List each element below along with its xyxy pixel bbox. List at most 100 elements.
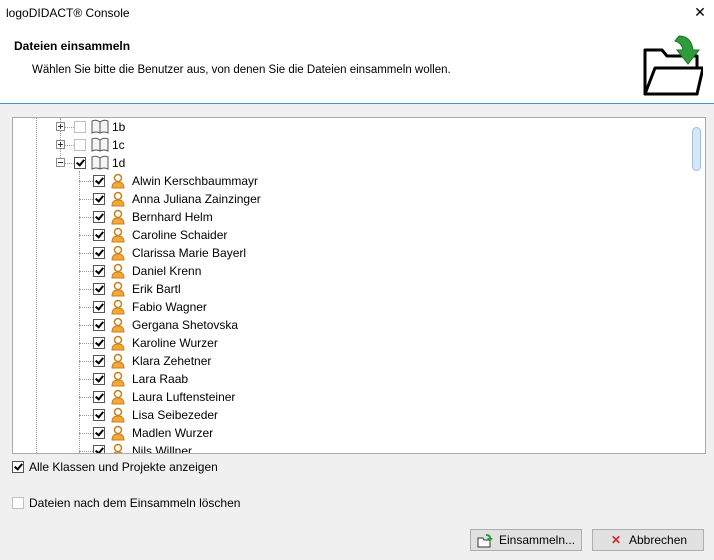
class-label: 1c [112,138,125,152]
show-all-checkbox[interactable] [12,461,24,473]
folder-collect-icon [643,35,703,96]
title-bar: logoDIDACT® Console ✕ [0,0,714,28]
cancel-label: Abbrechen [629,533,688,547]
user-checkbox[interactable] [93,427,105,439]
user-label: Fabio Wagner [132,300,207,314]
tree-node-user[interactable]: Anna Juliana Zainzinger [13,190,688,208]
tree-node-user[interactable]: Bernhard Helm [13,208,688,226]
user-checkbox[interactable] [93,229,105,241]
user-icon [111,191,125,207]
user-label: Daniel Krenn [132,264,202,278]
tree-node-class[interactable]: 1c [13,136,688,154]
user-checkbox[interactable] [93,247,105,259]
user-label: Laura Luftensteiner [132,390,236,404]
tree-node-user[interactable]: Klara Zehetner [13,352,688,370]
tree-node-user[interactable]: Karoline Wurzer [13,334,688,352]
tree-node-user[interactable]: Daniel Krenn [13,262,688,280]
class-checkbox[interactable] [74,157,86,169]
user-label: Anna Juliana Zainzinger [132,192,261,206]
cancel-button[interactable]: ✕ Abbrechen [592,529,704,551]
dialog-title: Dateien einsammeln [14,39,131,53]
tree-scrollbar[interactable] [688,118,705,453]
user-checkbox[interactable] [93,409,105,421]
tree-node-user[interactable]: Erik Bartl [13,280,688,298]
user-icon [111,335,125,351]
user-checkbox[interactable] [93,283,105,295]
tree-node-user[interactable]: Gergana Shetovska [13,316,688,334]
user-checkbox[interactable] [93,175,105,187]
tree-node-user[interactable]: Lara Raab [13,370,688,388]
user-label: Erik Bartl [132,282,181,296]
tree-node-user[interactable]: Nils Willner [13,442,688,454]
dialog-header: Dateien einsammeln Wählen Sie bitte die … [0,28,714,103]
user-icon [111,245,125,261]
user-icon [111,407,125,423]
dialog-subtitle: Wählen Sie bitte die Benutzer aus, von d… [32,64,451,76]
collect-icon [477,534,493,548]
user-icon [111,389,125,405]
header-divider [0,103,714,104]
cancel-icon: ✕ [611,533,622,547]
user-label: Karoline Wurzer [132,336,218,350]
user-label: Lara Raab [132,372,189,386]
user-tree[interactable]: 1b 1c 1d Alwin Kerschbaummayr Anna Julian… [12,117,706,454]
book-icon [91,155,109,170]
tree-node-class[interactable]: 1d [13,154,688,172]
user-icon [111,425,125,441]
class-checkbox[interactable] [74,139,86,151]
close-icon[interactable]: ✕ [692,4,708,20]
user-checkbox[interactable] [93,373,105,385]
user-label: Madlen Wurzer [132,426,214,440]
user-icon [111,281,125,297]
user-label: Nils Willner [132,444,192,454]
collect-button[interactable]: Einsammeln... [470,529,582,551]
user-checkbox[interactable] [93,355,105,367]
user-checkbox[interactable] [93,391,105,403]
user-icon [113,443,123,453]
scrollbar-thumb[interactable] [692,127,701,171]
user-icon [111,371,125,387]
tree-node-user[interactable]: Caroline Schaider [13,226,688,244]
tree-node-user[interactable]: Lisa Seibezeder [13,406,688,424]
user-label: Clarissa Marie Bayerl [132,246,247,260]
delete-after-checkbox[interactable] [12,497,24,509]
user-icon [111,227,125,243]
user-label: Lisa Seibezeder [132,408,219,422]
user-label: Bernhard Helm [132,210,213,224]
class-label: 1d [112,156,126,170]
user-label: Klara Zehetner [132,354,212,368]
book-icon [91,137,109,152]
user-checkbox[interactable] [93,337,105,349]
show-all-label: Alle Klassen und Projekte anzeigen [29,460,218,474]
user-icon [111,353,125,369]
user-checkbox[interactable] [93,265,105,277]
user-icon [111,263,125,279]
tree-node-user[interactable]: Clarissa Marie Bayerl [13,244,688,262]
tree-node-user[interactable]: Laura Luftensteiner [13,388,688,406]
tree-node-user[interactable]: Alwin Kerschbaummayr [13,172,688,190]
tree-node-user[interactable]: Fabio Wagner [13,298,688,316]
user-icon [111,209,125,225]
class-checkbox[interactable] [74,121,86,133]
user-checkbox[interactable] [93,211,105,223]
user-icon [111,173,125,189]
book-icon [91,119,109,134]
window-title: logoDIDACT® Console [6,6,130,20]
delete-after-label: Dateien nach dem Einsammeln löschen [29,496,241,510]
user-label: Gergana Shetovska [132,318,239,332]
collect-label: Einsammeln... [499,533,576,547]
expand-toggle[interactable] [56,140,65,149]
user-icon [111,299,125,315]
user-checkbox[interactable] [93,319,105,331]
user-icon [111,317,125,333]
user-checkbox[interactable] [93,445,105,453]
class-label: 1b [112,120,126,134]
collapse-toggle[interactable] [56,158,65,167]
tree-node-class[interactable]: 1b [13,118,688,136]
expand-toggle[interactable] [56,122,65,131]
user-label: Caroline Schaider [132,228,228,242]
tree-node-user[interactable]: Madlen Wurzer [13,424,688,442]
user-checkbox[interactable] [93,193,105,205]
user-checkbox[interactable] [93,301,105,313]
user-label: Alwin Kerschbaummayr [132,174,259,188]
